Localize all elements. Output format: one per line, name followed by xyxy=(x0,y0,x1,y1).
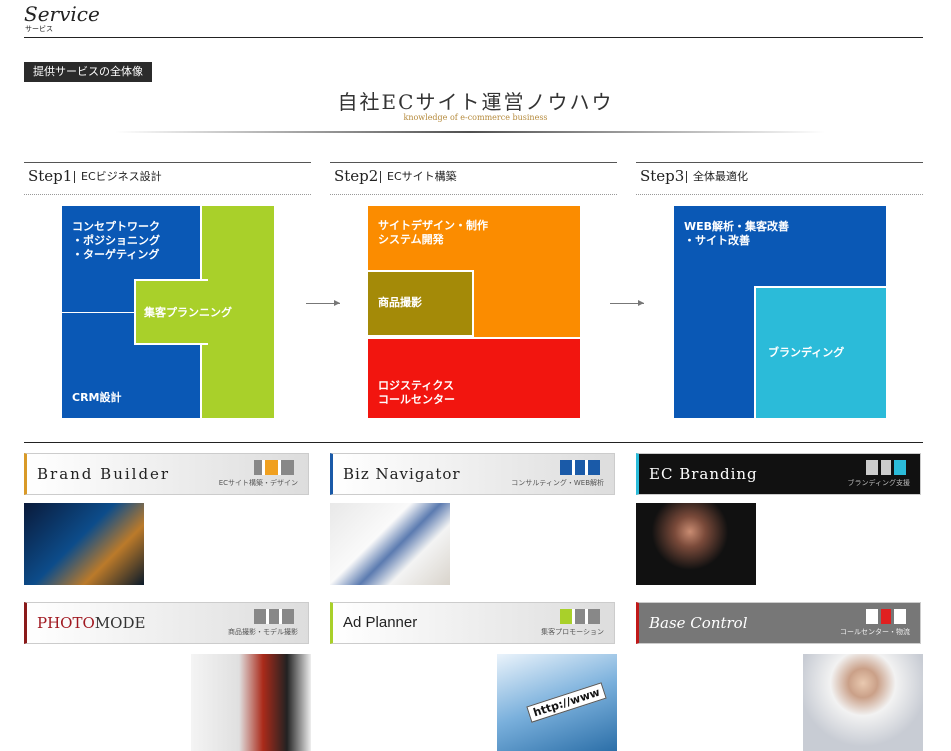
page-title: Service xyxy=(24,2,100,26)
call-center-image xyxy=(803,654,923,751)
banner-title: Base Control xyxy=(649,614,748,632)
step2-number: Step2 xyxy=(334,167,379,185)
step1-header: Step1 ECビジネス設計 xyxy=(24,162,311,195)
arrow-icon xyxy=(610,300,644,306)
business-chart-image xyxy=(330,503,450,585)
ad-planner-banner[interactable]: Ad Planner 集客プロモーション xyxy=(330,602,615,644)
logo-icon xyxy=(560,609,600,624)
section-badge: 提供サービスの全体像 xyxy=(24,62,152,82)
banner-sub: 商品撮影・モデル撮影 xyxy=(228,628,298,636)
banner-sub: ブランディング支援 xyxy=(847,479,910,487)
url-bar-image: http://www xyxy=(497,654,617,751)
banner-sub: ECサイト構築・デザイン xyxy=(218,479,298,487)
brand-block: ブランディング xyxy=(754,286,886,418)
services-divider xyxy=(24,442,923,443)
logo-icon xyxy=(560,460,600,475)
logo-icon xyxy=(254,460,294,475)
hero-title: 自社ECサイト運営ノウハウ xyxy=(337,90,614,114)
video-wall-image xyxy=(24,503,144,585)
step1-number: Step1 xyxy=(28,167,73,185)
banner-title: PHOTOMODE xyxy=(37,614,145,632)
photomode-banner[interactable]: PHOTOMODE 商品撮影・モデル撮影 xyxy=(24,602,309,644)
step3-number: Step3 xyxy=(640,167,685,185)
banner-title: EC Branding xyxy=(649,465,758,483)
logo-icon xyxy=(254,609,294,624)
step2-header: Step2 ECサイト構築 xyxy=(330,162,617,195)
banner-title: Biz Navigator xyxy=(343,465,461,483)
page-subtitle: サービス xyxy=(25,25,53,33)
banner-sub: コールセンター・物流 xyxy=(840,628,910,636)
step3-header: Step3 全体最適化 xyxy=(636,162,923,195)
brand-builder-banner[interactable]: Brand Builder ECサイト構築・デザイン xyxy=(24,453,309,495)
step3-desc: 全体最適化 xyxy=(686,171,748,183)
ec-branding-banner[interactable]: EC Branding ブランディング支援 xyxy=(636,453,921,495)
header-divider xyxy=(24,37,923,38)
banner-sub: 集客プロモーション xyxy=(541,628,604,636)
hero-underline xyxy=(115,131,825,133)
logo-icon xyxy=(866,460,906,475)
logo-icon xyxy=(866,609,906,624)
step1-diagram: コンセプトワーク ・ポジショニング ・ターゲティング CRM設計 集客プランニン… xyxy=(62,206,274,418)
base-control-banner[interactable]: Base Control コールセンター・物流 xyxy=(636,602,921,644)
banner-title: Brand Builder xyxy=(37,465,171,483)
banner-sub: コンサルティング・WEB解析 xyxy=(511,479,604,487)
model-photo-image xyxy=(636,503,756,585)
photo-block: 商品撮影 xyxy=(368,270,474,337)
step3-diagram: WEB解析・集客改善 ・サイト改善 ブランディング xyxy=(674,206,886,418)
photo-studio-image xyxy=(191,654,311,751)
step2-desc: ECサイト構築 xyxy=(380,171,457,183)
hero-subtitle: knowledge of e-commerce business xyxy=(403,113,548,122)
biz-navigator-banner[interactable]: Biz Navigator コンサルティング・WEB解析 xyxy=(330,453,615,495)
banner-title-a: PHOTO xyxy=(37,614,95,632)
banner-title-b: MODE xyxy=(94,614,146,632)
banner-title: Ad Planner xyxy=(343,614,418,631)
step1-desc: ECビジネス設計 xyxy=(74,171,162,183)
logistics-block: ロジスティクス コールセンター xyxy=(368,337,580,418)
step2-diagram: サイトデザイン・制作 システム開発 商品撮影 ロジスティクス コールセンター xyxy=(368,206,580,418)
arrow-icon xyxy=(306,300,340,306)
url-text: http://www xyxy=(526,682,607,723)
plan-label: 集客プランニング xyxy=(144,306,232,319)
